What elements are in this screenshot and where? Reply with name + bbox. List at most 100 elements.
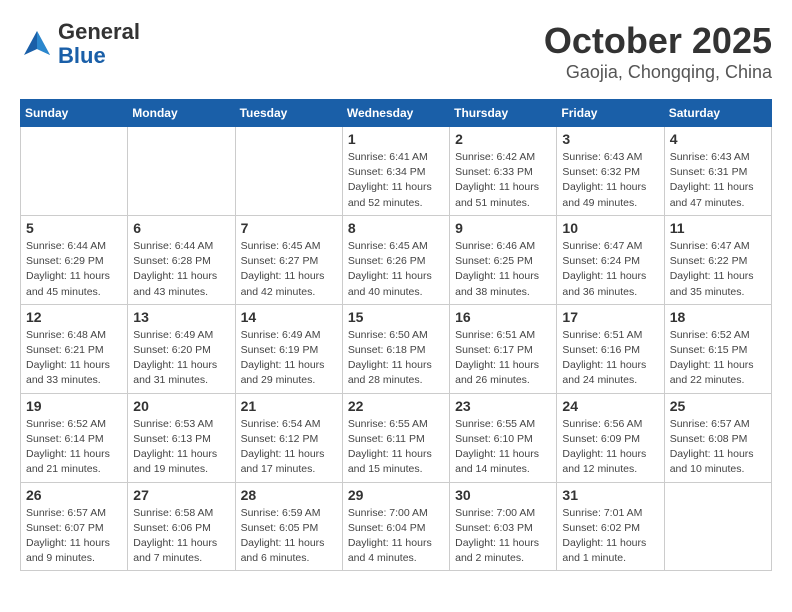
day-info: Sunrise: 6:43 AM Sunset: 6:32 PM Dayligh… bbox=[562, 150, 658, 211]
calendar-cell: 20 Sunrise: 6:53 AM Sunset: 6:13 PM Dayli… bbox=[128, 393, 235, 482]
day-number: 18 bbox=[670, 309, 766, 325]
day-info: Sunrise: 6:54 AM Sunset: 6:12 PM Dayligh… bbox=[241, 417, 337, 478]
day-number: 4 bbox=[670, 131, 766, 147]
calendar-week-row: 5 Sunrise: 6:44 AM Sunset: 6:29 PM Daylig… bbox=[21, 215, 772, 304]
calendar-cell: 15 Sunrise: 6:50 AM Sunset: 6:18 PM Dayli… bbox=[342, 304, 449, 393]
day-info: Sunrise: 7:00 AM Sunset: 6:03 PM Dayligh… bbox=[455, 506, 551, 567]
day-info: Sunrise: 6:50 AM Sunset: 6:18 PM Dayligh… bbox=[348, 328, 444, 389]
weekday-header: Friday bbox=[557, 100, 664, 127]
day-info: Sunrise: 7:00 AM Sunset: 6:04 PM Dayligh… bbox=[348, 506, 444, 567]
day-info: Sunrise: 6:42 AM Sunset: 6:33 PM Dayligh… bbox=[455, 150, 551, 211]
day-number: 21 bbox=[241, 398, 337, 414]
day-info: Sunrise: 7:01 AM Sunset: 6:02 PM Dayligh… bbox=[562, 506, 658, 567]
day-number: 29 bbox=[348, 487, 444, 503]
day-number: 19 bbox=[26, 398, 122, 414]
calendar-cell: 12Sunrise: 6:48 AM Sunset: 6:21 PM Dayli… bbox=[21, 304, 128, 393]
day-number: 20 bbox=[133, 398, 229, 414]
day-info: Sunrise: 6:44 AM Sunset: 6:29 PM Dayligh… bbox=[26, 239, 122, 300]
day-number: 10 bbox=[562, 220, 658, 236]
calendar-cell: 28 Sunrise: 6:59 AM Sunset: 6:05 PM Dayli… bbox=[235, 482, 342, 571]
calendar: SundayMondayTuesdayWednesdayThursdayFrid… bbox=[20, 99, 772, 571]
day-number: 24 bbox=[562, 398, 658, 414]
calendar-cell: 1 Sunrise: 6:41 AM Sunset: 6:34 PM Daylig… bbox=[342, 127, 449, 216]
calendar-cell: 19 Sunrise: 6:52 AM Sunset: 6:14 PM Dayli… bbox=[21, 393, 128, 482]
calendar-cell: 25 Sunrise: 6:57 AM Sunset: 6:08 PM Dayli… bbox=[664, 393, 771, 482]
day-info: Sunrise: 6:55 AM Sunset: 6:11 PM Dayligh… bbox=[348, 417, 444, 478]
header: General Blue October 2025 Gaojia, Chongq… bbox=[20, 20, 772, 83]
day-number: 25 bbox=[670, 398, 766, 414]
weekday-header: Tuesday bbox=[235, 100, 342, 127]
calendar-cell: 24Sunrise: 6:56 AM Sunset: 6:09 PM Dayli… bbox=[557, 393, 664, 482]
calendar-cell: 17 Sunrise: 6:51 AM Sunset: 6:16 PM Dayli… bbox=[557, 304, 664, 393]
day-info: Sunrise: 6:52 AM Sunset: 6:15 PM Dayligh… bbox=[670, 328, 766, 389]
day-info: Sunrise: 6:43 AM Sunset: 6:31 PM Dayligh… bbox=[670, 150, 766, 211]
calendar-week-row: 26 Sunrise: 6:57 AM Sunset: 6:07 PM Dayli… bbox=[21, 482, 772, 571]
day-number: 3 bbox=[562, 131, 658, 147]
day-number: 8 bbox=[348, 220, 444, 236]
calendar-cell: 29 Sunrise: 7:00 AM Sunset: 6:04 PM Dayli… bbox=[342, 482, 449, 571]
day-number: 23 bbox=[455, 398, 551, 414]
day-number: 15 bbox=[348, 309, 444, 325]
day-info: Sunrise: 6:51 AM Sunset: 6:16 PM Dayligh… bbox=[562, 328, 658, 389]
day-info: Sunrise: 6:47 AM Sunset: 6:24 PM Dayligh… bbox=[562, 239, 658, 300]
calendar-cell: 30Sunrise: 7:00 AM Sunset: 6:03 PM Dayli… bbox=[450, 482, 557, 571]
day-info: Sunrise: 6:57 AM Sunset: 6:08 PM Dayligh… bbox=[670, 417, 766, 478]
weekday-header: Saturday bbox=[664, 100, 771, 127]
day-number: 28 bbox=[241, 487, 337, 503]
day-info: Sunrise: 6:55 AM Sunset: 6:10 PM Dayligh… bbox=[455, 417, 551, 478]
day-info: Sunrise: 6:44 AM Sunset: 6:28 PM Dayligh… bbox=[133, 239, 229, 300]
day-info: Sunrise: 6:47 AM Sunset: 6:22 PM Dayligh… bbox=[670, 239, 766, 300]
calendar-week-row: 1 Sunrise: 6:41 AM Sunset: 6:34 PM Daylig… bbox=[21, 127, 772, 216]
logo-blue-text: Blue bbox=[58, 43, 106, 68]
day-number: 26 bbox=[26, 487, 122, 503]
calendar-cell: 27Sunrise: 6:58 AM Sunset: 6:06 PM Dayli… bbox=[128, 482, 235, 571]
day-info: Sunrise: 6:41 AM Sunset: 6:34 PM Dayligh… bbox=[348, 150, 444, 211]
calendar-cell: 5 Sunrise: 6:44 AM Sunset: 6:29 PM Daylig… bbox=[21, 215, 128, 304]
calendar-cell: 8Sunrise: 6:45 AM Sunset: 6:26 PM Daylig… bbox=[342, 215, 449, 304]
day-number: 11 bbox=[670, 220, 766, 236]
calendar-cell: 7Sunrise: 6:45 AM Sunset: 6:27 PM Daylig… bbox=[235, 215, 342, 304]
month-title: October 2025 bbox=[544, 20, 772, 62]
day-info: Sunrise: 6:59 AM Sunset: 6:05 PM Dayligh… bbox=[241, 506, 337, 567]
day-number: 1 bbox=[348, 131, 444, 147]
location-title: Gaojia, Chongqing, China bbox=[544, 62, 772, 83]
day-info: Sunrise: 6:45 AM Sunset: 6:27 PM Dayligh… bbox=[241, 239, 337, 300]
weekday-header: Thursday bbox=[450, 100, 557, 127]
calendar-cell bbox=[235, 127, 342, 216]
calendar-cell bbox=[21, 127, 128, 216]
day-info: Sunrise: 6:51 AM Sunset: 6:17 PM Dayligh… bbox=[455, 328, 551, 389]
weekday-header-row: SundayMondayTuesdayWednesdayThursdayFrid… bbox=[21, 100, 772, 127]
weekday-header: Wednesday bbox=[342, 100, 449, 127]
logo-icon bbox=[20, 27, 54, 61]
calendar-cell: 3 Sunrise: 6:43 AM Sunset: 6:32 PM Daylig… bbox=[557, 127, 664, 216]
day-number: 27 bbox=[133, 487, 229, 503]
calendar-cell: 2 Sunrise: 6:42 AM Sunset: 6:33 PM Daylig… bbox=[450, 127, 557, 216]
calendar-cell: 16 Sunrise: 6:51 AM Sunset: 6:17 PM Dayli… bbox=[450, 304, 557, 393]
calendar-week-row: 12Sunrise: 6:48 AM Sunset: 6:21 PM Dayli… bbox=[21, 304, 772, 393]
logo-general-text: General bbox=[58, 19, 140, 44]
calendar-cell: 14Sunrise: 6:49 AM Sunset: 6:19 PM Dayli… bbox=[235, 304, 342, 393]
day-info: Sunrise: 6:48 AM Sunset: 6:21 PM Dayligh… bbox=[26, 328, 122, 389]
day-number: 2 bbox=[455, 131, 551, 147]
day-number: 13 bbox=[133, 309, 229, 325]
day-info: Sunrise: 6:49 AM Sunset: 6:19 PM Dayligh… bbox=[241, 328, 337, 389]
calendar-cell: 11 Sunrise: 6:47 AM Sunset: 6:22 PM Dayli… bbox=[664, 215, 771, 304]
day-number: 6 bbox=[133, 220, 229, 236]
day-number: 16 bbox=[455, 309, 551, 325]
calendar-cell: 4 Sunrise: 6:43 AM Sunset: 6:31 PM Daylig… bbox=[664, 127, 771, 216]
weekday-header: Monday bbox=[128, 100, 235, 127]
calendar-cell: 13Sunrise: 6:49 AM Sunset: 6:20 PM Dayli… bbox=[128, 304, 235, 393]
day-number: 17 bbox=[562, 309, 658, 325]
calendar-week-row: 19 Sunrise: 6:52 AM Sunset: 6:14 PM Dayli… bbox=[21, 393, 772, 482]
day-number: 5 bbox=[26, 220, 122, 236]
day-number: 22 bbox=[348, 398, 444, 414]
day-info: Sunrise: 6:57 AM Sunset: 6:07 PM Dayligh… bbox=[26, 506, 122, 567]
day-info: Sunrise: 6:53 AM Sunset: 6:13 PM Dayligh… bbox=[133, 417, 229, 478]
calendar-cell: 22 Sunrise: 6:55 AM Sunset: 6:11 PM Dayli… bbox=[342, 393, 449, 482]
day-number: 31 bbox=[562, 487, 658, 503]
calendar-cell: 21 Sunrise: 6:54 AM Sunset: 6:12 PM Dayli… bbox=[235, 393, 342, 482]
day-info: Sunrise: 6:52 AM Sunset: 6:14 PM Dayligh… bbox=[26, 417, 122, 478]
calendar-cell bbox=[128, 127, 235, 216]
calendar-cell: 23 Sunrise: 6:55 AM Sunset: 6:10 PM Dayli… bbox=[450, 393, 557, 482]
day-info: Sunrise: 6:46 AM Sunset: 6:25 PM Dayligh… bbox=[455, 239, 551, 300]
